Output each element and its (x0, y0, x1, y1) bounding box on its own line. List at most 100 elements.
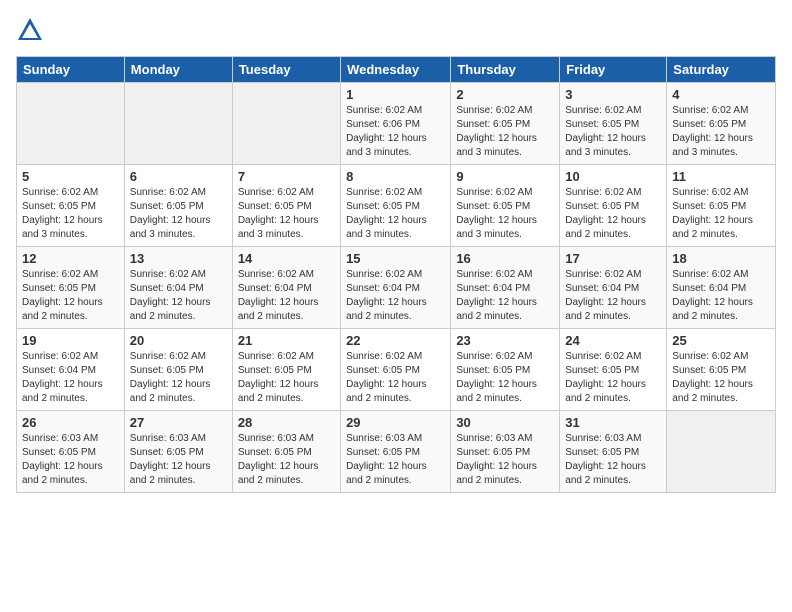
day-number: 6 (130, 169, 227, 184)
calendar-cell: 20 Sunrise: 6:02 AM Sunset: 6:05 PM Dayli… (124, 329, 232, 411)
calendar-cell (232, 83, 340, 165)
day-number: 27 (130, 415, 227, 430)
calendar-cell: 28 Sunrise: 6:03 AM Sunset: 6:05 PM Dayli… (232, 411, 340, 493)
day-info: Sunrise: 6:02 AM Sunset: 6:05 PM Dayligh… (346, 350, 445, 406)
logo (16, 16, 48, 44)
day-number: 30 (456, 415, 554, 430)
day-number: 17 (565, 251, 661, 266)
calendar-cell: 19 Sunrise: 6:02 AM Sunset: 6:04 PM Dayli… (17, 329, 125, 411)
day-number: 24 (565, 333, 661, 348)
day-number: 19 (22, 333, 119, 348)
calendar-cell: 6 Sunrise: 6:02 AM Sunset: 6:05 PM Daylig… (124, 165, 232, 247)
day-info: Sunrise: 6:02 AM Sunset: 6:05 PM Dayligh… (456, 186, 554, 242)
day-number: 3 (565, 87, 661, 102)
day-number: 26 (22, 415, 119, 430)
day-number: 7 (238, 169, 335, 184)
day-number: 18 (672, 251, 770, 266)
day-number: 5 (22, 169, 119, 184)
day-number: 2 (456, 87, 554, 102)
day-info: Sunrise: 6:03 AM Sunset: 6:05 PM Dayligh… (456, 432, 554, 488)
column-header-wednesday: Wednesday (341, 57, 451, 83)
calendar-cell: 7 Sunrise: 6:02 AM Sunset: 6:05 PM Daylig… (232, 165, 340, 247)
day-info: Sunrise: 6:02 AM Sunset: 6:04 PM Dayligh… (238, 268, 335, 324)
day-info: Sunrise: 6:02 AM Sunset: 6:05 PM Dayligh… (238, 350, 335, 406)
day-number: 13 (130, 251, 227, 266)
calendar-cell: 15 Sunrise: 6:02 AM Sunset: 6:04 PM Dayli… (341, 247, 451, 329)
day-number: 22 (346, 333, 445, 348)
day-info: Sunrise: 6:02 AM Sunset: 6:04 PM Dayligh… (346, 268, 445, 324)
day-number: 16 (456, 251, 554, 266)
day-number: 4 (672, 87, 770, 102)
calendar-cell: 9Sunrise: 6:02 AM Sunset: 6:05 PM Daylig… (451, 165, 560, 247)
day-info: Sunrise: 6:02 AM Sunset: 6:05 PM Dayligh… (672, 186, 770, 242)
calendar-cell: 11 Sunrise: 6:02 AM Sunset: 6:05 PM Dayli… (667, 165, 776, 247)
calendar-cell: 16 Sunrise: 6:02 AM Sunset: 6:04 PM Dayli… (451, 247, 560, 329)
column-header-thursday: Thursday (451, 57, 560, 83)
day-info: Sunrise: 6:02 AM Sunset: 6:05 PM Dayligh… (130, 350, 227, 406)
day-info: Sunrise: 6:02 AM Sunset: 6:05 PM Dayligh… (22, 268, 119, 324)
day-info: Sunrise: 6:02 AM Sunset: 6:04 PM Dayligh… (22, 350, 119, 406)
calendar-cell: 27Sunrise: 6:03 AM Sunset: 6:05 PM Dayli… (124, 411, 232, 493)
day-info: Sunrise: 6:02 AM Sunset: 6:05 PM Dayligh… (565, 104, 661, 160)
day-number: 1 (346, 87, 445, 102)
day-number: 21 (238, 333, 335, 348)
day-info: Sunrise: 6:03 AM Sunset: 6:05 PM Dayligh… (346, 432, 445, 488)
calendar-cell: 2 Sunrise: 6:02 AM Sunset: 6:05 PM Daylig… (451, 83, 560, 165)
calendar-cell: 31Sunrise: 6:03 AM Sunset: 6:05 PM Dayli… (560, 411, 667, 493)
logo-icon (16, 16, 44, 44)
day-info: Sunrise: 6:02 AM Sunset: 6:05 PM Dayligh… (565, 186, 661, 242)
calendar-week-row: 12 Sunrise: 6:02 AM Sunset: 6:05 PM Dayli… (17, 247, 776, 329)
day-number: 10 (565, 169, 661, 184)
day-number: 23 (456, 333, 554, 348)
day-info: Sunrise: 6:03 AM Sunset: 6:05 PM Dayligh… (565, 432, 661, 488)
calendar-week-row: 5 Sunrise: 6:02 AM Sunset: 6:05 PM Daylig… (17, 165, 776, 247)
day-info: Sunrise: 6:02 AM Sunset: 6:05 PM Dayligh… (456, 350, 554, 406)
column-header-saturday: Saturday (667, 57, 776, 83)
calendar-cell: 4 Sunrise: 6:02 AM Sunset: 6:05 PM Daylig… (667, 83, 776, 165)
column-header-tuesday: Tuesday (232, 57, 340, 83)
column-header-sunday: Sunday (17, 57, 125, 83)
day-info: Sunrise: 6:02 AM Sunset: 6:04 PM Dayligh… (672, 268, 770, 324)
calendar-cell: 1 Sunrise: 6:02 AM Sunset: 6:06 PM Daylig… (341, 83, 451, 165)
calendar-cell: 8 Sunrise: 6:02 AM Sunset: 6:05 PM Daylig… (341, 165, 451, 247)
calendar-cell: 17 Sunrise: 6:02 AM Sunset: 6:04 PM Dayli… (560, 247, 667, 329)
day-info: Sunrise: 6:02 AM Sunset: 6:04 PM Dayligh… (130, 268, 227, 324)
calendar-cell: 23 Sunrise: 6:02 AM Sunset: 6:05 PM Dayli… (451, 329, 560, 411)
day-number: 12 (22, 251, 119, 266)
day-number: 28 (238, 415, 335, 430)
day-info: Sunrise: 6:02 AM Sunset: 6:04 PM Dayligh… (565, 268, 661, 324)
day-number: 25 (672, 333, 770, 348)
calendar-cell: 3 Sunrise: 6:02 AM Sunset: 6:05 PM Daylig… (560, 83, 667, 165)
day-info: Sunrise: 6:02 AM Sunset: 6:06 PM Dayligh… (346, 104, 445, 160)
calendar-cell: 26 Sunrise: 6:03 AM Sunset: 6:05 PM Dayli… (17, 411, 125, 493)
day-number: 29 (346, 415, 445, 430)
column-header-friday: Friday (560, 57, 667, 83)
day-info: Sunrise: 6:03 AM Sunset: 6:05 PM Dayligh… (22, 432, 119, 488)
calendar-cell: 29 Sunrise: 6:03 AM Sunset: 6:05 PM Dayli… (341, 411, 451, 493)
day-number: 11 (672, 169, 770, 184)
day-number: 15 (346, 251, 445, 266)
calendar-header-row: SundayMondayTuesdayWednesdayThursdayFrid… (17, 57, 776, 83)
calendar-cell: 22 Sunrise: 6:02 AM Sunset: 6:05 PM Dayli… (341, 329, 451, 411)
calendar-cell: 12 Sunrise: 6:02 AM Sunset: 6:05 PM Dayli… (17, 247, 125, 329)
day-number: 20 (130, 333, 227, 348)
day-info: Sunrise: 6:02 AM Sunset: 6:04 PM Dayligh… (456, 268, 554, 324)
day-info: Sunrise: 6:02 AM Sunset: 6:05 PM Dayligh… (130, 186, 227, 242)
calendar-cell (124, 83, 232, 165)
calendar-cell: 18 Sunrise: 6:02 AM Sunset: 6:04 PM Dayli… (667, 247, 776, 329)
calendar-cell: 13 Sunrise: 6:02 AM Sunset: 6:04 PM Dayli… (124, 247, 232, 329)
day-info: Sunrise: 6:02 AM Sunset: 6:05 PM Dayligh… (456, 104, 554, 160)
day-info: Sunrise: 6:02 AM Sunset: 6:05 PM Dayligh… (672, 104, 770, 160)
calendar-cell: 14Sunrise: 6:02 AM Sunset: 6:04 PM Dayli… (232, 247, 340, 329)
calendar-table: SundayMondayTuesdayWednesdayThursdayFrid… (16, 56, 776, 493)
day-info: Sunrise: 6:02 AM Sunset: 6:05 PM Dayligh… (238, 186, 335, 242)
day-info: Sunrise: 6:02 AM Sunset: 6:05 PM Dayligh… (346, 186, 445, 242)
calendar-cell: 30 Sunrise: 6:03 AM Sunset: 6:05 PM Dayli… (451, 411, 560, 493)
calendar-cell: 25 Sunrise: 6:02 AM Sunset: 6:05 PM Dayli… (667, 329, 776, 411)
calendar-cell: 10 Sunrise: 6:02 AM Sunset: 6:05 PM Dayli… (560, 165, 667, 247)
calendar-week-row: 1 Sunrise: 6:02 AM Sunset: 6:06 PM Daylig… (17, 83, 776, 165)
day-number: 8 (346, 169, 445, 184)
day-info: Sunrise: 6:02 AM Sunset: 6:05 PM Dayligh… (672, 350, 770, 406)
column-header-monday: Monday (124, 57, 232, 83)
day-info: Sunrise: 6:03 AM Sunset: 6:05 PM Dayligh… (238, 432, 335, 488)
